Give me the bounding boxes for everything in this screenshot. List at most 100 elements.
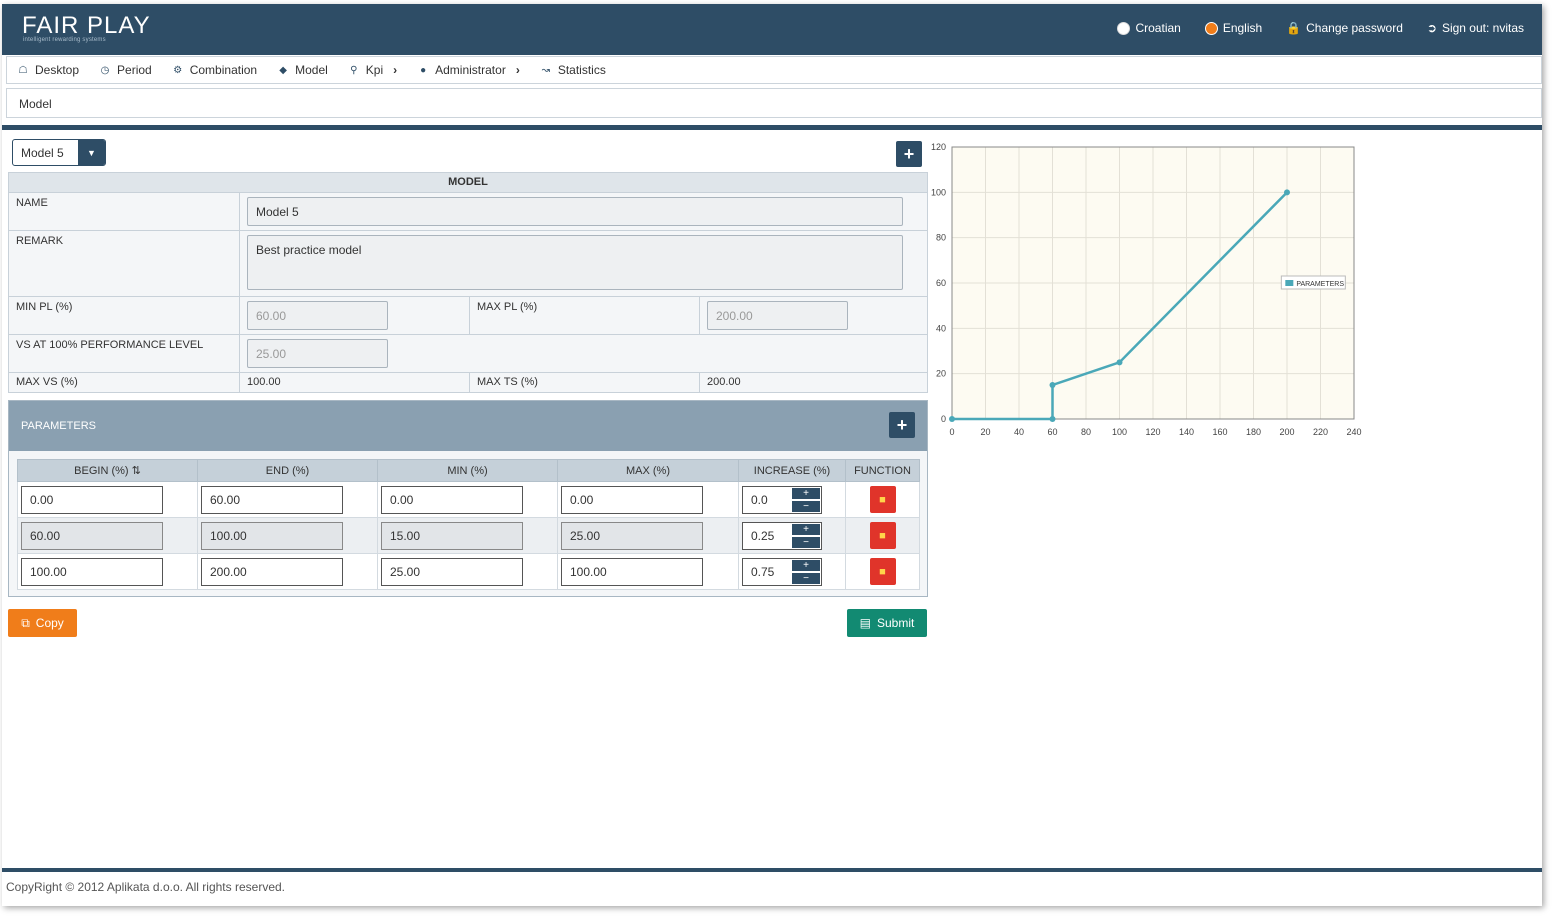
min-input[interactable]: 0.00 xyxy=(381,485,523,514)
min-pl-input[interactable]: 60.00 xyxy=(247,301,388,330)
parameters-title: PARAMETERS xyxy=(21,420,96,432)
y-tick-label: 0 xyxy=(941,414,946,424)
decrement-icon[interactable]: − xyxy=(791,499,821,513)
begin-input[interactable]: 100.00 xyxy=(21,557,163,586)
x-tick-label: 200 xyxy=(1279,427,1294,437)
menu-period[interactable]: ◷ Period xyxy=(99,63,152,77)
y-tick-label: 100 xyxy=(931,187,946,197)
increase-stepper[interactable]: 0.25 + − xyxy=(742,521,822,550)
add-model-button[interactable]: + xyxy=(896,141,922,167)
menu-desktop[interactable]: ☖ Desktop xyxy=(17,63,80,77)
lang-english-radio[interactable]: English xyxy=(1204,21,1262,35)
x-tick-label: 220 xyxy=(1313,427,1328,437)
end-input[interactable]: 60.00 xyxy=(201,485,343,514)
radio-selected-icon xyxy=(1204,21,1218,35)
increment-icon[interactable]: + xyxy=(791,486,821,500)
max-input[interactable]: 25.00 xyxy=(561,521,703,550)
delete-button[interactable]: ■ xyxy=(869,522,896,549)
breadcrumb: Model xyxy=(6,88,1542,118)
x-tick-label: 60 xyxy=(1047,427,1057,437)
min-input[interactable]: 25.00 xyxy=(381,557,523,586)
delete-button[interactable]: ■ xyxy=(869,558,896,585)
data-point xyxy=(1116,359,1123,366)
table-row: 60.00 100.00 15.00 25.00 0.25 + − ■ xyxy=(17,517,920,554)
data-point xyxy=(1049,382,1056,388)
change-password-label: Change password xyxy=(1306,21,1403,35)
menu-kpi[interactable]: ⚲ Kpi › xyxy=(348,63,397,77)
vs-label: VS AT 100% PERFORMANCE LEVEL xyxy=(8,334,240,373)
save-icon: ▤ xyxy=(859,616,871,630)
increment-icon[interactable]: + xyxy=(791,558,821,572)
menu-model[interactable]: ◆ Model xyxy=(277,63,328,77)
lang-croatian-label: Croatian xyxy=(1135,21,1181,35)
increase-value[interactable]: 0.25 xyxy=(743,523,791,549)
min-input[interactable]: 15.00 xyxy=(381,521,523,550)
parameters-chart: 0 20 40 60 80 100 120 140 160 180 200 220 240 0 20 40 60… xyxy=(931,142,1362,437)
col-min: MIN (%) xyxy=(377,459,558,482)
decrement-icon[interactable]: − xyxy=(791,535,821,549)
menu-combination[interactable]: ⚙ Combination xyxy=(172,63,257,77)
bulb-icon: ⚲ xyxy=(350,64,358,76)
max-input[interactable]: 0.00 xyxy=(561,485,703,514)
remark-textarea[interactable]: Best practice model xyxy=(247,235,903,290)
name-label: NAME xyxy=(8,192,240,231)
vs-input[interactable]: 25.00 xyxy=(247,339,388,368)
main-menu: ☖ Desktop ◷ Period ⚙ Combination ◆ Model… xyxy=(6,56,1542,84)
end-input[interactable]: 200.00 xyxy=(201,557,343,586)
begin-input[interactable]: 0.00 xyxy=(21,485,163,514)
col-begin[interactable]: BEGIN (%) ⇅ xyxy=(17,459,198,482)
menu-model-label: Model xyxy=(295,63,328,77)
increase-stepper[interactable]: 0.0 + − xyxy=(742,485,822,514)
increment-icon[interactable]: + xyxy=(791,522,821,536)
model-select-value: Model 5 xyxy=(21,146,64,160)
max-pl-input[interactable]: 200.00 xyxy=(707,301,848,330)
begin-input[interactable]: 60.00 xyxy=(21,521,163,550)
col-end: END (%) xyxy=(197,459,378,482)
trash-icon: ■ xyxy=(879,529,886,542)
divider xyxy=(2,125,1542,130)
table-row: 0.00 60.00 0.00 0.00 0.0 + − ■ xyxy=(17,481,920,518)
menu-period-label: Period xyxy=(117,63,152,77)
menu-statistics-label: Statistics xyxy=(557,63,606,77)
home-icon: ☖ xyxy=(18,64,28,76)
legend-swatch xyxy=(1285,280,1294,286)
submit-button-label: Submit xyxy=(876,616,915,630)
lang-croatian-radio[interactable]: Croatian xyxy=(1117,21,1181,35)
parameters-panel: PARAMETERS + BEGIN (%) ⇅ END (%) MIN (%)… xyxy=(8,400,928,597)
data-point xyxy=(949,416,955,422)
copy-button[interactable]: ⧉ Copy xyxy=(8,609,77,637)
max-vs-label: MAX VS (%) xyxy=(8,372,240,393)
add-parameter-button[interactable]: + xyxy=(889,412,915,438)
sign-out-link[interactable]: ➲ Sign out: nvitas xyxy=(1427,21,1524,35)
max-vs-value: 100.00 xyxy=(239,372,470,393)
trash-icon: ■ xyxy=(879,565,886,578)
x-tick-label: 180 xyxy=(1246,427,1261,437)
menu-administrator[interactable]: ● Administrator › xyxy=(417,63,520,77)
menu-statistics[interactable]: ↝ Statistics xyxy=(540,63,606,77)
delete-button[interactable]: ■ xyxy=(869,486,896,513)
y-tick-label: 120 xyxy=(931,142,946,152)
y-tick-label: 20 xyxy=(936,369,946,379)
increase-value[interactable]: 0.0 xyxy=(743,487,791,513)
chevron-right-icon: › xyxy=(393,63,398,77)
x-tick-label: 40 xyxy=(1014,427,1024,437)
chevron-down-icon[interactable]: ▼ xyxy=(78,140,105,165)
decrement-icon[interactable]: − xyxy=(791,571,821,585)
x-tick-label: 80 xyxy=(1081,427,1091,437)
col-increase: INCREASE (%) xyxy=(738,459,846,482)
y-tick-label: 40 xyxy=(936,323,946,333)
name-input[interactable]: Model 5 xyxy=(247,197,903,226)
remark-label: REMARK xyxy=(8,230,240,297)
menu-administrator-label: Administrator xyxy=(435,63,506,77)
change-password-link[interactable]: 🔒 Change password xyxy=(1286,21,1403,35)
lock-icon: 🔒 xyxy=(1286,21,1302,35)
table-row: 100.00 200.00 25.00 100.00 0.75 + − ■ xyxy=(17,553,920,590)
model-select[interactable]: Model 5 ▼ xyxy=(12,139,106,166)
chevron-right-icon: › xyxy=(515,63,520,77)
cogs-icon: ⚙ xyxy=(173,64,183,76)
increase-stepper[interactable]: 0.75 + − xyxy=(742,557,822,586)
max-input[interactable]: 100.00 xyxy=(561,557,703,586)
end-input[interactable]: 100.00 xyxy=(201,521,343,550)
increase-value[interactable]: 0.75 xyxy=(743,559,791,585)
submit-button[interactable]: ▤ Submit xyxy=(847,609,927,637)
